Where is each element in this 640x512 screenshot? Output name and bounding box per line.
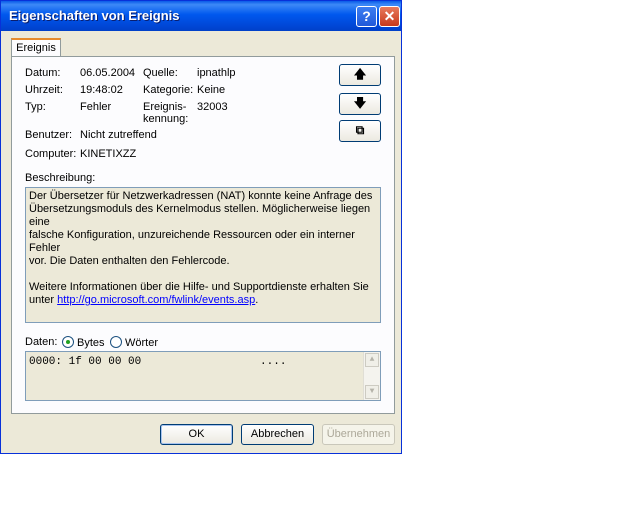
uhrzeit-value: 19:48:02 [80,84,123,96]
data-scrollbar[interactable]: ▲ ▼ [363,352,380,400]
datum-value: 06.05.2004 [80,67,136,79]
description-link-prefix: unter [29,294,58,306]
copy-icon: ⧉ [355,123,365,137]
benutzer-value: Nicht zutreffend [80,129,157,141]
title-bar[interactable]: Eigenschaften von Ereignis ? ✕ [1,1,401,31]
typ-value: Fehler [80,101,112,113]
radio-woerter-label[interactable]: Wörter [125,337,158,349]
description-line-6: unter http://go.microsoft.com/fwlink/eve… [29,294,377,307]
close-button[interactable]: ✕ [379,6,400,27]
datum-label: Datum: [25,67,61,79]
radio-bytes[interactable] [62,336,74,348]
copy-button[interactable]: ⧉ [339,120,381,142]
computer-label: Computer: [25,148,77,160]
apply-button[interactable]: Übernehmen [322,424,395,445]
tab-ereignis[interactable]: Ereignis [11,38,61,57]
description-line-5: Weitere Informationen über die Hilfe- un… [29,281,369,293]
typ-label: Typ: [25,101,46,113]
beschreibung-label: Beschreibung: [25,172,96,184]
uhrzeit-label: Uhrzeit: [25,84,63,96]
ereigniskennung-value: 32003 [197,101,228,113]
description-line-1: Der Übersetzer für Netzwerkadressen (NAT… [29,190,373,202]
ok-button[interactable]: OK [160,424,233,445]
description-textbox[interactable]: Der Übersetzer für Netzwerkadressen (NAT… [25,187,381,323]
next-event-button[interactable]: 🡇 [339,93,381,115]
radio-bytes-label[interactable]: Bytes [77,337,105,349]
ereigniskennung-label-2: kennung: [143,113,189,125]
description-link-suffix: . [255,294,259,306]
help-button[interactable]: ? [356,6,377,27]
kategorie-label: Kategorie: [143,84,194,96]
help-link[interactable]: http://go.microsoft.com/fwlink/events.as… [57,294,255,306]
arrow-up-icon: 🡅 [353,67,367,81]
description-line-2: Übersetzungsmoduls des Kernelmodus stell… [29,203,371,228]
window-title: Eigenschaften von Ereignis [9,8,180,23]
kategorie-value: Keine [197,84,226,96]
data-line: 0000: 1f 00 00 00 .... [29,356,287,368]
description-line-4: vor. Die Daten enthalten den Fehlercode. [29,255,230,267]
event-properties-dialog: Eigenschaften von Ereignis ? ✕ Ereignis … [0,0,402,454]
description-line-3: falsche Konfiguration, unzureichende Res… [29,229,355,254]
benutzer-label: Benutzer: [25,129,73,141]
quelle-value: ipnathlp [197,67,236,79]
arrow-down-icon: 🡇 [353,96,367,110]
cancel-button[interactable]: Abbrechen [241,424,314,445]
scroll-up-icon[interactable]: ▲ [365,353,379,367]
radio-woerter[interactable] [110,336,122,348]
ereigniskennung-label-1: Ereignis- [143,101,187,113]
quelle-label: Quelle: [143,67,178,79]
previous-event-button[interactable]: 🡅 [339,64,381,86]
computer-value: KINETIXZZ [80,148,137,160]
data-textbox[interactable]: 0000: 1f 00 00 00 .... ▲ ▼ [25,351,381,401]
daten-label: Daten: [25,336,58,348]
scroll-down-icon[interactable]: ▼ [365,385,379,399]
